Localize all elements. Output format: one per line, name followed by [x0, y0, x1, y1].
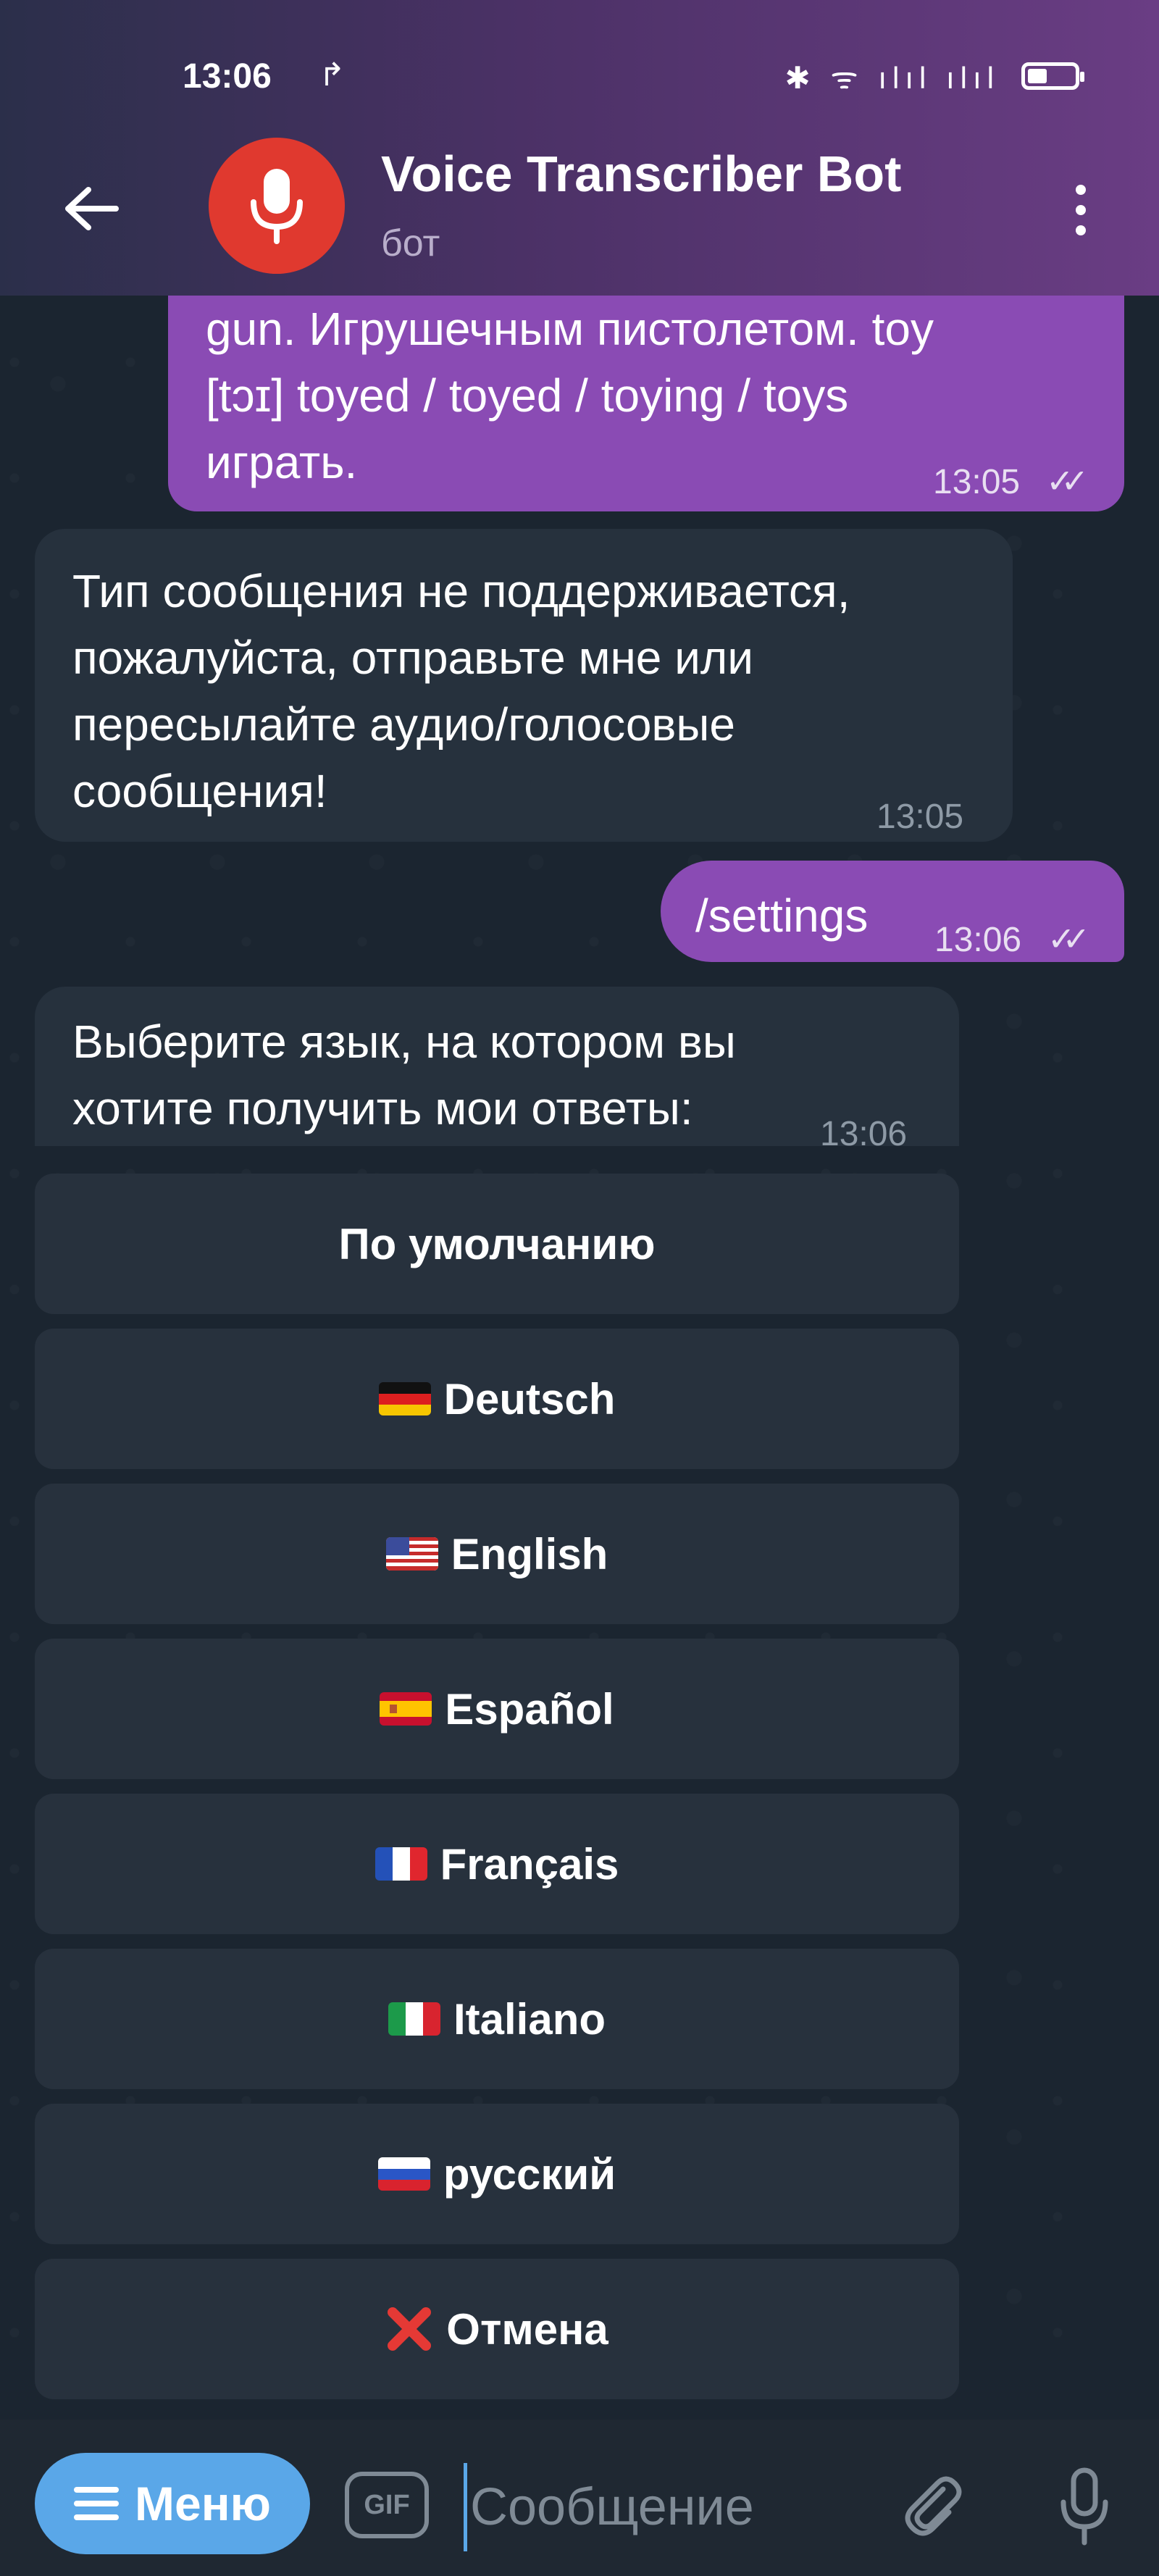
keyboard-button-label: Отмена	[446, 2304, 608, 2354]
message-text-line: сообщения!	[72, 765, 327, 817]
flag-italy-icon	[388, 2002, 440, 2036]
keyboard-button-cancel[interactable]: Отмена	[35, 2259, 959, 2399]
message-text-line: Тип сообщения не поддерживается,	[72, 565, 850, 617]
message-input[interactable]	[464, 2463, 848, 2551]
keyboard-button-label: English	[451, 1529, 608, 1578]
message-incoming[interactable]: Тип сообщения не поддерживается, пожалуй…	[35, 529, 1013, 842]
flag-germany-icon	[378, 1382, 431, 1415]
chat-header-overlay: 13:06 ↱ ✱ ᯤ ılıl ılıl Voice Transcriber …	[0, 0, 1159, 296]
menu-button-label: Меню	[135, 2477, 271, 2530]
battery-icon	[1021, 62, 1084, 90]
flag-france-icon	[375, 1847, 427, 1881]
keyboard-button-label: Italiano	[453, 1994, 606, 2044]
message-text-line: пожалуйста, отправьте мне или	[72, 632, 753, 684]
flag-usa-icon	[385, 1537, 438, 1571]
keyboard-button-italiano[interactable]: Italiano	[35, 1949, 959, 2089]
message-time: 13:05	[933, 463, 1021, 501]
microphone-icon	[251, 169, 303, 244]
message-time: 13:06	[934, 921, 1022, 959]
keyboard-button-label: Français	[440, 1839, 619, 1889]
status-notification-icon: ↱	[319, 57, 346, 93]
message-incoming[interactable]: Выберите язык, на котором вы хотите полу…	[35, 987, 959, 1153]
keyboard-button-label: Español	[445, 1684, 614, 1734]
more-dot-icon	[1076, 185, 1086, 195]
message-text-line: пересылайте аудио/голосовые	[72, 698, 735, 750]
more-menu-button[interactable]	[1058, 174, 1104, 246]
keyboard-button-default[interactable]: По умолчанию	[35, 1174, 959, 1314]
voice-record-button[interactable]	[1045, 2460, 1124, 2554]
hamburger-icon	[74, 2487, 120, 2520]
paperclip-icon	[905, 2476, 962, 2536]
arrow-left-icon	[65, 187, 119, 230]
gif-icon: GIF	[364, 2489, 410, 2520]
message-time: 13:06	[820, 1115, 908, 1153]
status-signal-icons: ✱ ᯤ ılıl ılıl	[784, 61, 1000, 95]
chat-title[interactable]: Voice Transcriber Bot	[381, 145, 901, 203]
message-text-line: gun. Игрушечным пистолетом. toy	[206, 303, 934, 355]
read-ticks-icon: ✓✓	[1047, 920, 1090, 958]
keyboard-button-espanol[interactable]: Español	[35, 1639, 959, 1779]
keyboard-button-russian[interactable]: русский	[35, 2104, 959, 2244]
status-time: 13:06	[183, 57, 272, 96]
flag-spain-icon	[380, 1692, 432, 1726]
read-ticks-icon: ✓✓	[1046, 462, 1089, 500]
message-text-line: [tɔɪ] toyed / toyed / toying / toys	[206, 369, 849, 422]
more-dot-icon	[1076, 225, 1086, 235]
more-dot-icon	[1076, 205, 1086, 215]
message-text-line: Выберите язык, на котором вы	[72, 1016, 736, 1068]
message-time: 13:05	[876, 798, 964, 836]
menu-button[interactable]: Меню	[35, 2453, 310, 2554]
chat-subtitle: бот	[381, 222, 440, 264]
gif-button[interactable]: GIF	[345, 2472, 429, 2538]
attach-button[interactable]	[890, 2463, 976, 2550]
back-button[interactable]	[55, 172, 127, 245]
cross-mark-icon	[388, 2307, 432, 2351]
microphone-icon	[1060, 2467, 1108, 2546]
flag-russia-icon	[377, 2157, 430, 2191]
keyboard-button-francais[interactable]: Français	[35, 1794, 959, 1934]
message-outgoing[interactable]: /settings 13:06 ✓✓	[661, 861, 1124, 962]
keyboard-button-label: Deutsch	[443, 1374, 616, 1423]
keyboard-button-label: По умолчанию	[338, 1219, 656, 1268]
keyboard-button-deutsch[interactable]: Deutsch	[35, 1329, 959, 1469]
keyboard-button-label: русский	[443, 2149, 616, 2199]
keyboard-button-english[interactable]: English	[35, 1484, 959, 1624]
bot-avatar[interactable]	[209, 138, 345, 274]
